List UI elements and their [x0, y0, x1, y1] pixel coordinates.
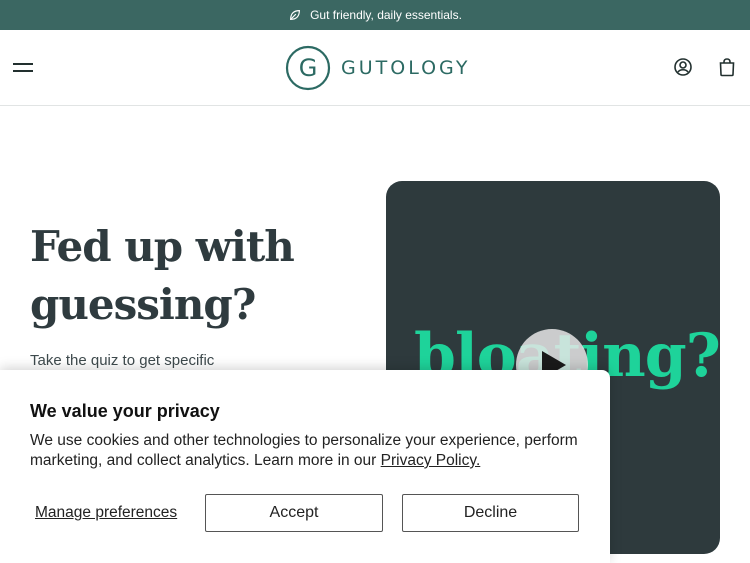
hero-subtitle: Take the quiz to get specific: [30, 352, 215, 369]
decline-button[interactable]: Decline: [402, 494, 579, 532]
hero-title: Fed up with guessing?: [30, 218, 360, 334]
logo-mark: G: [285, 45, 331, 91]
cookie-body: We use cookies and other technologies to…: [30, 431, 590, 471]
cookie-body-text: We use cookies and other technologies to…: [30, 432, 578, 469]
hamburger-menu-icon[interactable]: [13, 58, 35, 78]
announcement-text: Gut friendly, daily essentials.: [310, 8, 462, 22]
cookie-title: We value your privacy: [30, 401, 220, 421]
shopping-bag-icon[interactable]: [716, 56, 738, 78]
privacy-policy-link[interactable]: Privacy Policy.: [381, 452, 481, 469]
site-header: G GUTOLOGY: [0, 30, 750, 106]
logo-letter: G: [299, 54, 318, 82]
logo-text: GUTOLOGY: [341, 57, 471, 79]
site-logo[interactable]: G GUTOLOGY: [285, 44, 470, 92]
announcement-bar: Gut friendly, daily essentials.: [0, 0, 750, 30]
cookie-consent-banner: We value your privacy We use cookies and…: [0, 370, 610, 563]
leaf-icon: [290, 10, 301, 20]
hero-title-line2: guessing?: [30, 280, 256, 329]
manage-preferences-link[interactable]: Manage preferences: [35, 504, 177, 522]
hero-title-line1: Fed up with: [30, 222, 295, 271]
user-account-icon[interactable]: [672, 56, 694, 78]
accept-button[interactable]: Accept: [205, 494, 383, 532]
